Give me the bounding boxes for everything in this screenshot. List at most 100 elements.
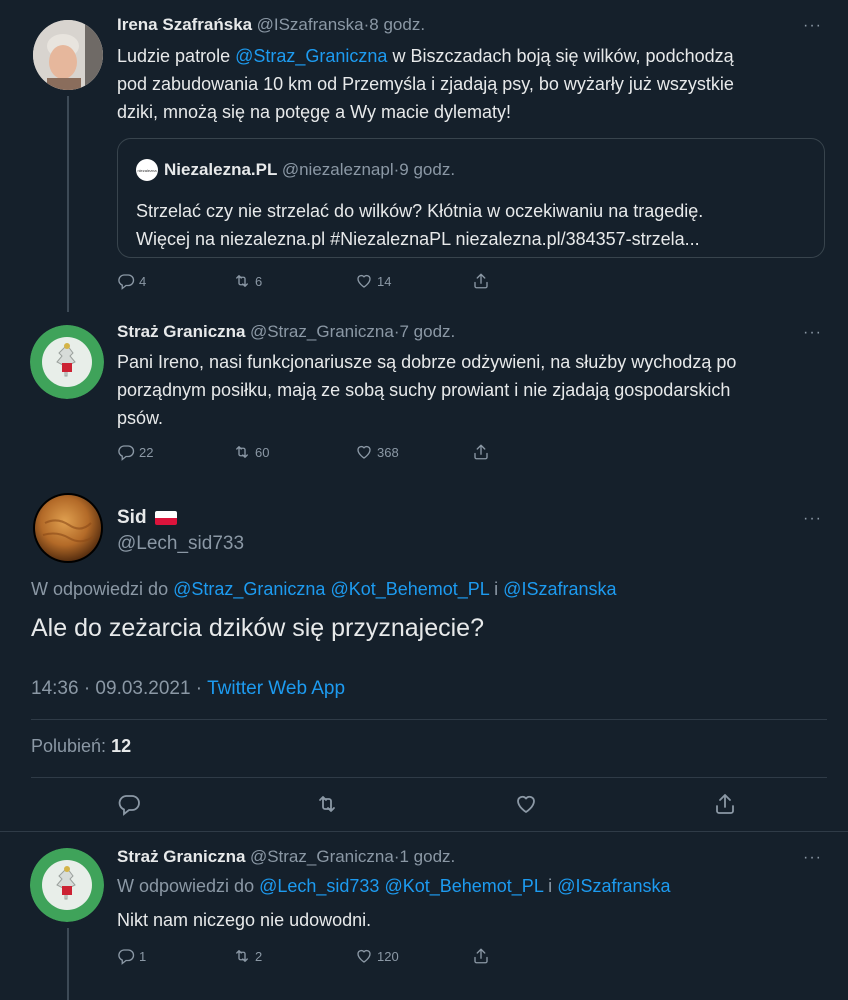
retweet-button[interactable]: 60 [233, 443, 269, 461]
tweet1-text: Ludzie patrole @Straz_Graniczna w Biszcz… [117, 42, 827, 126]
reply-and: i [543, 876, 558, 896]
author-name[interactable]: Straż Graniczna [117, 847, 246, 866]
retweet-count: 2 [255, 948, 263, 964]
reply-context: W odpowiedzi do @Straz_Graniczna @Kot_Be… [31, 579, 617, 600]
tweet-text-line: psów. [117, 408, 164, 428]
mention-link[interactable]: @ISzafranska [557, 876, 670, 896]
tweet-time[interactable]: 7 godz. [400, 322, 456, 341]
tweet-text-line: dziki, mnożą się na potęgę a Wy macie dy… [117, 102, 512, 122]
main-author[interactable]: Sid [117, 507, 177, 529]
divider [0, 831, 848, 832]
share-icon [474, 273, 488, 289]
like-button[interactable]: 368 [355, 443, 399, 461]
like-count: 368 [377, 444, 399, 460]
likes-label: Polubień: [31, 736, 112, 756]
reply-button[interactable]: 22 [117, 443, 153, 461]
divider [31, 719, 827, 720]
like-icon [357, 949, 371, 963]
reply-count: 1 [139, 948, 147, 964]
share-button[interactable] [713, 792, 737, 816]
retweet-icon [236, 275, 248, 287]
reply-icon [118, 795, 140, 815]
author-handle[interactable]: @Straz_Graniczna [250, 322, 394, 341]
divider [31, 777, 827, 778]
retweet-count: 60 [255, 444, 270, 460]
retweet-button[interactable]: 2 [233, 947, 262, 965]
reply-count: 4 [139, 273, 147, 289]
reply-button[interactable] [117, 792, 141, 816]
avatar-straz-graniczna[interactable] [30, 325, 104, 399]
share-button[interactable] [472, 443, 490, 461]
reply-count: 22 [139, 444, 154, 460]
thread-line [67, 96, 69, 312]
quoted-tweet[interactable]: niezalezna Niezalezna.PL @niezaleznapl·9… [117, 138, 825, 258]
timestamp[interactable]: 14:36 · 09.03.2021 · [31, 678, 207, 699]
quote-text-line: Więcej na niezalezna.pl #NiezaleznaPL ni… [136, 229, 700, 249]
poland-flag-icon [154, 511, 177, 525]
more-options-icon[interactable]: ··· [803, 17, 822, 35]
quote-author-handle: @niezaleznapl [281, 160, 394, 179]
retweet-icon [236, 446, 248, 458]
reply-and: i [489, 579, 504, 599]
retweet-icon [236, 950, 248, 962]
source-link[interactable]: Twitter Web App [207, 678, 345, 699]
author-name[interactable]: Straż Graniczna [117, 322, 246, 341]
tweet-text-line: Pani Ireno, nasi funkcjonariusze są dobr… [117, 352, 737, 372]
quote-author-name: Niezalezna.PL [164, 160, 278, 179]
retweet-button[interactable] [315, 792, 339, 816]
mention-link[interactable]: @Straz_Graniczna [173, 579, 325, 599]
author-handle[interactable]: @ISzafranska [257, 15, 364, 34]
like-button[interactable] [514, 792, 538, 816]
share-icon [474, 444, 488, 460]
more-options-icon[interactable]: ··· [803, 849, 822, 867]
retweet-icon [319, 796, 335, 812]
mention-link[interactable]: @Lech_sid733 [259, 876, 379, 896]
main-tweet-text: Ale do zeżarcia dzików się przyznajecie? [31, 614, 484, 642]
like-count: 120 [377, 948, 399, 964]
reply-button[interactable]: 4 [117, 272, 146, 290]
retweet-count: 6 [255, 273, 263, 289]
more-options-icon[interactable]: ··· [803, 510, 822, 528]
avatar-irena[interactable] [33, 20, 103, 90]
share-icon [716, 794, 734, 814]
author-handle[interactable]: @Lech_sid733 [117, 533, 244, 555]
share-button[interactable] [472, 272, 490, 290]
mention-link[interactable]: @ISzafranska [503, 579, 616, 599]
more-options-icon[interactable]: ··· [803, 324, 822, 342]
reply-prefix: W odpowiedzi do [31, 579, 174, 599]
like-button[interactable]: 120 [355, 947, 399, 965]
timestamp-row: 14:36 · 09.03.2021 · Twitter Web App [31, 678, 345, 700]
quote-time: 9 godz. [399, 160, 456, 179]
tweet-text-part: w Biszczadach boją się wilków, podchodzą [387, 46, 734, 66]
like-icon [357, 274, 371, 288]
likes-summary[interactable]: Polubień: 12 [31, 736, 131, 757]
reply-icon [118, 274, 135, 290]
mention-link[interactable]: @Kot_Behemot_PL [330, 579, 489, 599]
share-icon [474, 948, 488, 964]
author-name[interactable]: Irena Szafrańska [117, 15, 252, 34]
reply-button[interactable]: 1 [117, 947, 146, 965]
tweet-time[interactable]: 1 godz. [400, 847, 456, 866]
logo-text: niezalezna [137, 167, 157, 173]
mention-link[interactable]: @Kot_Behemot_PL [384, 876, 543, 896]
like-icon [357, 445, 371, 459]
tweet1-header: Irena Szafrańska @ISzafranska·8 godz. [117, 15, 425, 35]
like-icon [517, 795, 535, 813]
mention-link[interactable]: @Straz_Graniczna [235, 46, 387, 66]
reply-context: W odpowiedzi do @Lech_sid733 @Kot_Behemo… [117, 876, 671, 897]
like-button[interactable]: 14 [355, 272, 391, 290]
tweet2-header: Straż Graniczna @Straz_Graniczna·7 godz. [117, 322, 455, 342]
author-handle[interactable]: @Straz_Graniczna [250, 847, 394, 866]
avatar-sid[interactable] [33, 493, 103, 563]
retweet-button[interactable]: 6 [233, 272, 262, 290]
tweet-time[interactable]: 8 godz. [369, 15, 425, 34]
reply-prefix: W odpowiedzi do [117, 876, 260, 896]
tweet-text-part: Ludzie patrole [117, 46, 236, 66]
share-button[interactable] [472, 947, 490, 965]
author-name[interactable]: Sid [117, 507, 147, 529]
avatar-straz-graniczna[interactable] [30, 848, 104, 922]
tweet-text-line: pod zabudowania 10 km od Przemyśla i zja… [117, 74, 734, 94]
quote-text-line: Strzelać czy nie strzelać do wilków? Kłó… [136, 201, 704, 221]
tweet2-text: Pani Ireno, nasi funkcjonariusze są dobr… [117, 348, 827, 432]
thread-line [67, 928, 69, 1000]
